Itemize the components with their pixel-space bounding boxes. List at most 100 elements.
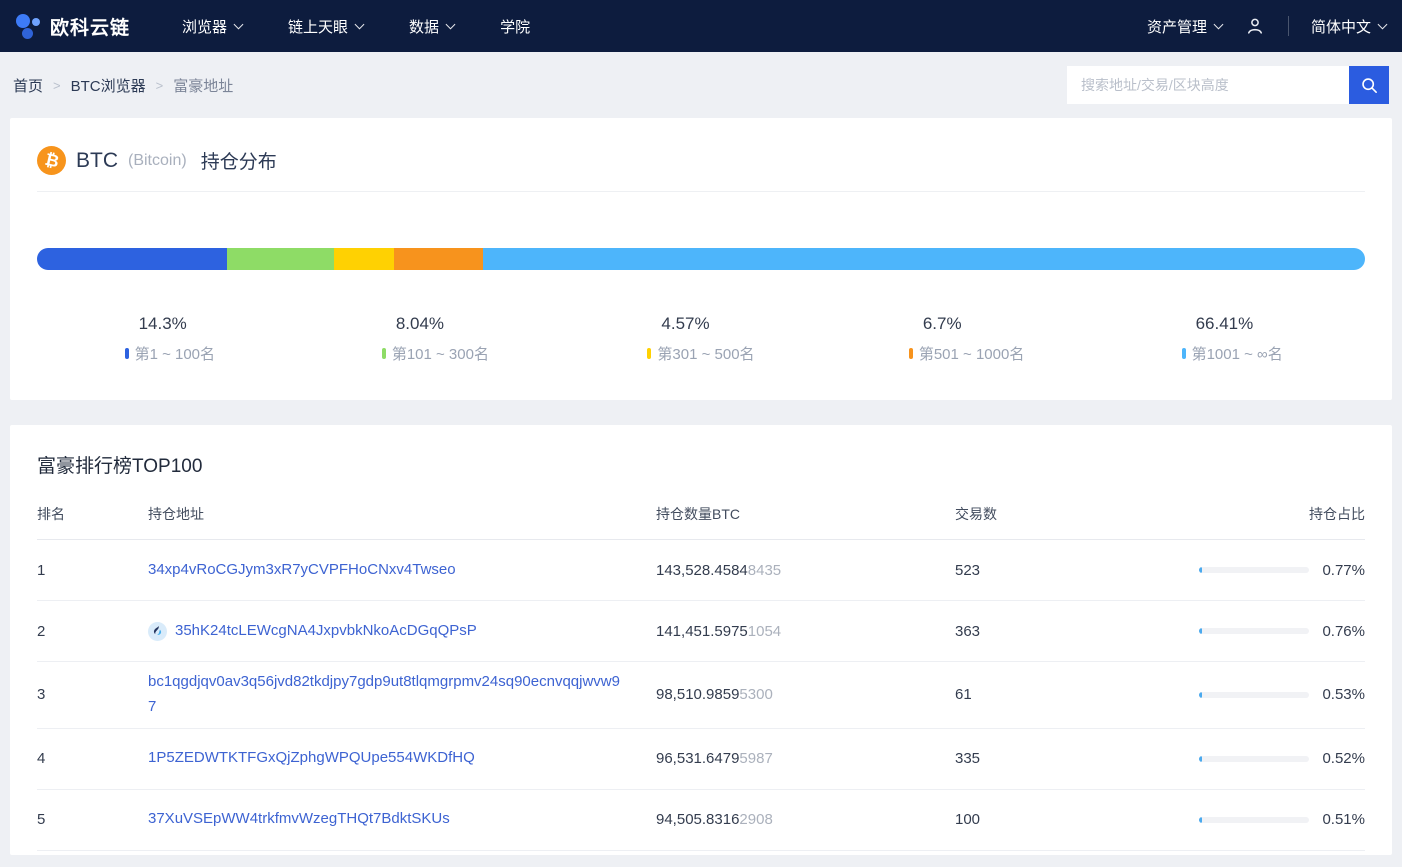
legend-label: 第501 ~ 1000名 xyxy=(909,343,1025,364)
share-progress-track xyxy=(1199,567,1309,573)
share-progress-fill xyxy=(1199,692,1202,698)
amount-cell: 143,528.45848435 xyxy=(656,562,955,579)
tx-count-cell: 61 xyxy=(955,686,1195,703)
distribution-card-header: ₿ BTC (Bitcoin) 持仓分布 xyxy=(37,138,1365,192)
legend-range-text: 第301 ~ 500名 xyxy=(657,343,754,364)
address-link[interactable]: 1P5ZEDWTKTFGxQjZphgWPQUpe554WKDfHQ xyxy=(148,746,475,771)
legend-color-tick xyxy=(909,348,913,359)
legend-item-5: 66.41% 第1001 ~ ∞名 xyxy=(1182,314,1283,364)
share-progress-fill xyxy=(1199,628,1202,634)
share-percent: 0.52% xyxy=(1317,750,1365,767)
legend-item-2: 8.04% 第101 ~ 300名 xyxy=(382,314,489,364)
legend-color-tick xyxy=(1182,348,1186,359)
breadcrumb: 首页>BTC浏览器>富豪地址 xyxy=(13,75,233,96)
amount-tail: 8435 xyxy=(748,562,781,579)
nav-item-数据[interactable]: 数据 xyxy=(409,16,454,37)
share-progress-fill xyxy=(1199,756,1202,762)
rank-cell: 2 xyxy=(37,623,148,640)
nav-item-浏览器[interactable]: 浏览器 xyxy=(182,16,242,37)
nav-asset-management[interactable]: 资产管理 xyxy=(1147,16,1222,37)
amount-tail: 5987 xyxy=(739,750,772,767)
amount-main: 98,510.9859 xyxy=(656,686,739,703)
language-selector[interactable]: 简体中文 xyxy=(1311,16,1386,37)
table-row: 41P5ZEDWTKTFGxQjZphgWPQUpe554WKDfHQ96,53… xyxy=(37,729,1365,790)
nav-item-label: 浏览器 xyxy=(182,16,227,37)
search-button[interactable] xyxy=(1349,66,1389,104)
column-header-4: 交易数 xyxy=(955,504,1195,524)
search-icon xyxy=(1360,76,1379,95)
tx-count-cell: 335 xyxy=(955,750,1195,767)
nav-item-学院[interactable]: 学院 xyxy=(500,16,530,37)
tx-count-cell: 523 xyxy=(955,562,1195,579)
distribution-legend: 14.3%第1 ~ 100名8.04%第101 ~ 300名4.57%第301 … xyxy=(37,314,1365,364)
rich-list-card: 富豪排行榜TOP100 排名持仓地址持仓数量BTC交易数持仓占比 134xp4v… xyxy=(10,425,1392,855)
amount-tail: 1054 xyxy=(748,623,781,640)
legend-label: 第301 ~ 500名 xyxy=(647,343,754,364)
search-input[interactable] xyxy=(1067,66,1349,104)
column-header-3: 持仓数量BTC xyxy=(656,504,955,524)
breadcrumb-item-2[interactable]: BTC浏览器 xyxy=(71,75,146,96)
huobi-exchange-icon xyxy=(148,622,167,641)
distribution-segment-1 xyxy=(37,248,227,270)
legend-label: 第101 ~ 300名 xyxy=(382,343,489,364)
nav-item-链上天眼[interactable]: 链上天眼 xyxy=(288,16,363,37)
table-row: 2 35hK24tcLEWcgNA4JxpvbkNkoAcDGqQPsP 141,4… xyxy=(37,601,1365,662)
share-cell: 0.51% xyxy=(1195,811,1365,828)
amount-tail: 2908 xyxy=(739,811,772,828)
amount-cell: 94,505.83162908 xyxy=(656,811,955,828)
legend-color-tick xyxy=(382,348,386,359)
top-nav: 欧科云链 浏览器 链上天眼 数据 学院 资产管理 简体中文 xyxy=(0,0,1402,52)
share-cell: 0.52% xyxy=(1195,750,1365,767)
legend-percent: 8.04% xyxy=(396,314,489,334)
legend-label: 第1001 ~ ∞名 xyxy=(1182,343,1283,364)
legend-color-tick xyxy=(125,348,129,359)
column-header-label: 持仓占比 xyxy=(1309,504,1365,524)
address-link[interactable]: 35hK24tcLEWcgNA4JxpvbkNkoAcDGqQPsP xyxy=(175,619,477,644)
breadcrumb-item-3: 富豪地址 xyxy=(173,75,233,96)
coin-symbol: BTC xyxy=(76,149,118,173)
address-link[interactable]: bc1qgdjqv0av3q56jvd82tkdjpy7gdp9ut8tlqmg… xyxy=(148,670,626,720)
holdings-distribution-bar xyxy=(37,248,1365,270)
coin-fullname: (Bitcoin) xyxy=(128,152,187,170)
legend-percent: 66.41% xyxy=(1196,314,1283,334)
distribution-segment-3 xyxy=(334,248,395,270)
legend-column-5: 66.41% 第1001 ~ ∞名 xyxy=(1099,314,1365,364)
address-link[interactable]: 34xp4vRoCGJym3xR7yCVPFHoCNxv4Twseo xyxy=(148,558,456,583)
share-progress-fill xyxy=(1199,817,1202,823)
legend-percent: 6.7% xyxy=(923,314,1025,334)
amount-main: 96,531.6479 xyxy=(656,750,739,767)
nav-divider xyxy=(1288,16,1289,36)
user-icon[interactable] xyxy=(1244,15,1266,37)
share-cell: 0.77% xyxy=(1195,562,1365,579)
rank-cell: 5 xyxy=(37,811,148,828)
share-percent: 0.77% xyxy=(1317,562,1365,579)
chevron-down-icon xyxy=(446,20,456,30)
address-cell: 37XuVSEpWW4trkfmvWzegTHQt7BdktSKUs xyxy=(148,807,656,832)
address-cell: 34xp4vRoCGJym3xR7yCVPFHoCNxv4Twseo xyxy=(148,558,656,583)
legend-column-4: 6.7% 第501 ~ 1000名 xyxy=(834,314,1100,364)
legend-range-text: 第1001 ~ ∞名 xyxy=(1192,343,1283,364)
amount-main: 141,451.5975 xyxy=(656,623,748,640)
legend-range-text: 第101 ~ 300名 xyxy=(392,343,489,364)
chevron-down-icon xyxy=(355,20,365,30)
table-row: 537XuVSEpWW4trkfmvWzegTHQt7BdktSKUs 94,50… xyxy=(37,790,1365,851)
amount-main: 143,528.4584 xyxy=(656,562,748,579)
amount-tail: 5300 xyxy=(739,686,772,703)
rich-list-title: 富豪排行榜TOP100 xyxy=(37,451,1365,478)
nav-item-label: 数据 xyxy=(409,16,439,37)
share-progress-track xyxy=(1199,756,1309,762)
breadcrumb-separator: > xyxy=(156,78,164,93)
address-link[interactable]: 37XuVSEpWW4trkfmvWzegTHQt7BdktSKUs xyxy=(148,807,450,832)
share-cell: 0.53% xyxy=(1195,686,1365,703)
amount-cell: 98,510.98595300 xyxy=(656,686,955,703)
oklink-logo[interactable]: 欧科云链 xyxy=(16,13,130,40)
legend-column-2: 8.04% 第101 ~ 300名 xyxy=(303,314,569,364)
amount-cell: 96,531.64795987 xyxy=(656,750,955,767)
chevron-down-icon xyxy=(1378,20,1388,30)
breadcrumb-item-1[interactable]: 首页 xyxy=(13,75,43,96)
share-percent: 0.53% xyxy=(1317,686,1365,703)
address-cell: 35hK24tcLEWcgNA4JxpvbkNkoAcDGqQPsP xyxy=(148,619,656,644)
rank-cell: 1 xyxy=(37,562,148,579)
address-cell: bc1qgdjqv0av3q56jvd82tkdjpy7gdp9ut8tlqmg… xyxy=(148,670,656,720)
nav-asset-management-label: 资产管理 xyxy=(1147,16,1207,37)
